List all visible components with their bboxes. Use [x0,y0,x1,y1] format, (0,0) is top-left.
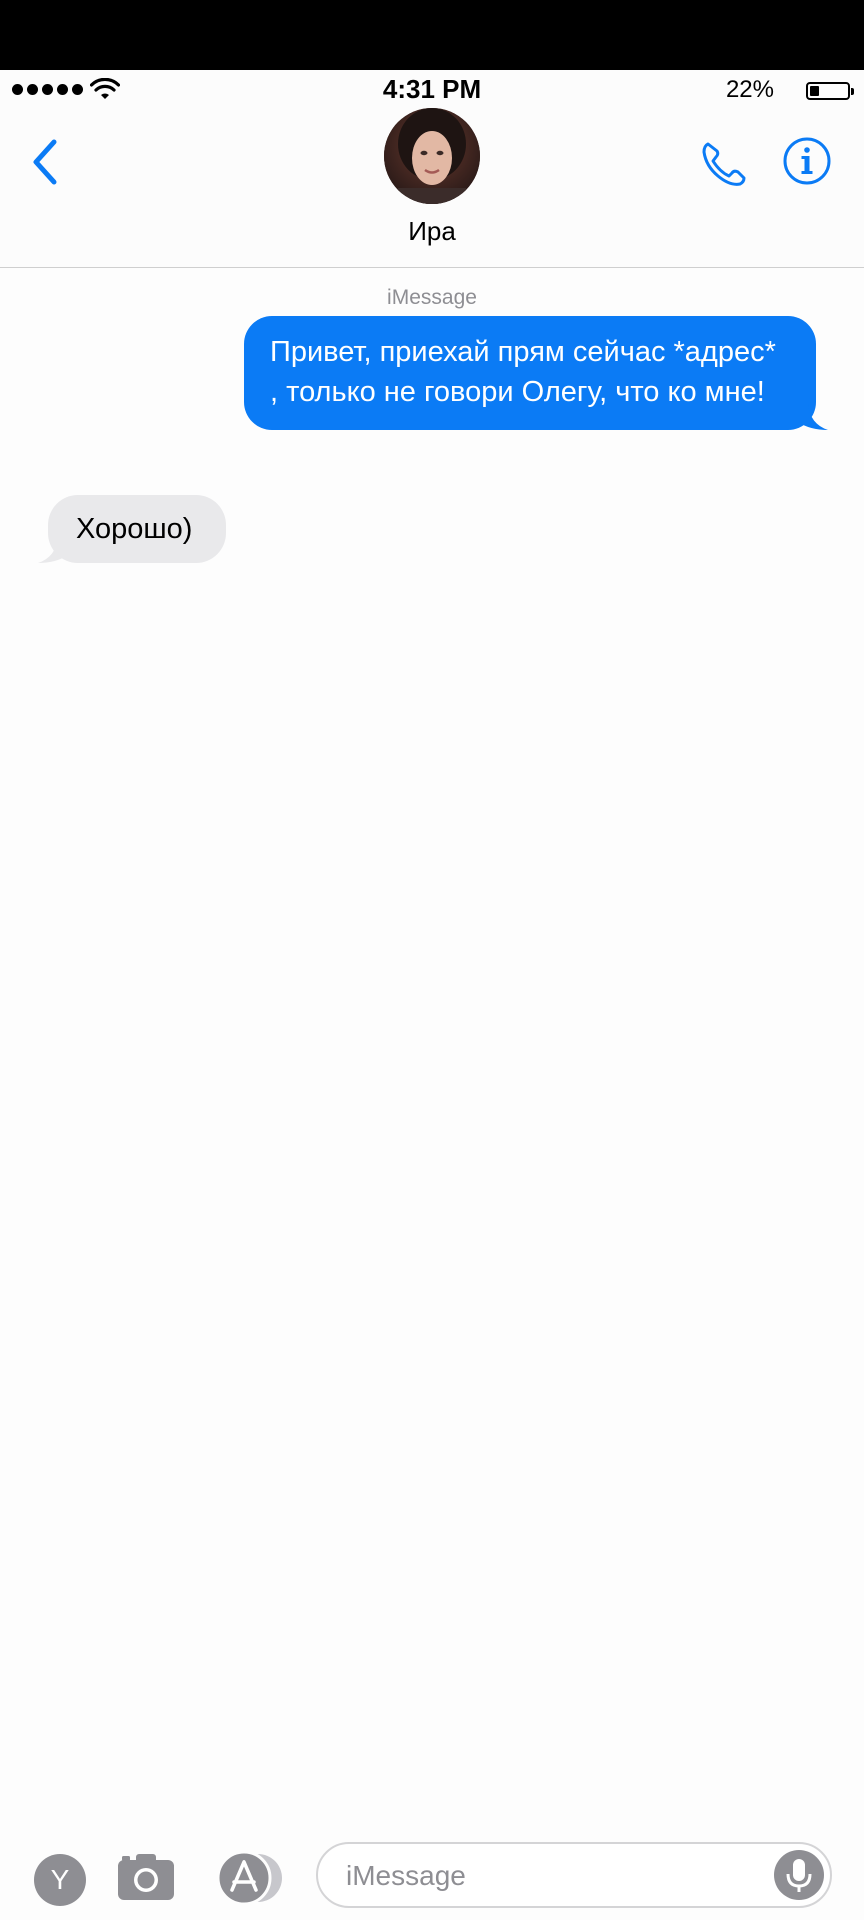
microphone-icon [786,1859,812,1892]
camera-icon [118,1854,174,1900]
incoming-message-bubble[interactable]: Хорошо) [38,495,227,563]
camera-button[interactable] [116,1848,176,1904]
y-app-button[interactable]: Y [34,1854,86,1906]
message-input[interactable]: iMessage [316,1842,832,1908]
outgoing-message-bubble[interactable]: Привет, приехай прям сейчас *адрес* , то… [244,316,828,430]
app-store-button[interactable] [216,1850,286,1906]
status-bar: 4:31 PM 22% [0,70,864,112]
info-icon [783,137,831,185]
call-button[interactable] [696,136,752,192]
info-button[interactable] [782,136,832,186]
conversation-header: Ира [0,108,864,268]
bubble-tail [38,537,68,563]
top-bezel [0,0,864,70]
bubble-tail [798,404,828,430]
message-text: Привет, приехай прям сейчас *адрес* , то… [270,336,776,408]
message-input-bar: Y iMessage [0,1830,864,1920]
app-store-icon [216,1850,282,1906]
microphone-button[interactable] [774,1850,824,1900]
battery-icon [806,82,854,100]
avatar-photo [384,108,480,204]
chevron-left-icon [33,139,57,185]
contact-avatar[interactable] [384,108,480,204]
service-label: iMessage [387,286,477,309]
phone-icon [702,142,746,186]
back-button[interactable] [26,132,66,192]
contact-name[interactable]: Ира [0,216,864,247]
y-button-label: Y [50,1864,70,1895]
message-text: Хорошо) [76,513,193,545]
battery-percent: 22% [725,76,774,103]
messages-screen: 4:31 PM 22% Ира iMessage Привет, приехай… [0,0,864,1920]
input-placeholder: iMessage [346,1860,466,1891]
